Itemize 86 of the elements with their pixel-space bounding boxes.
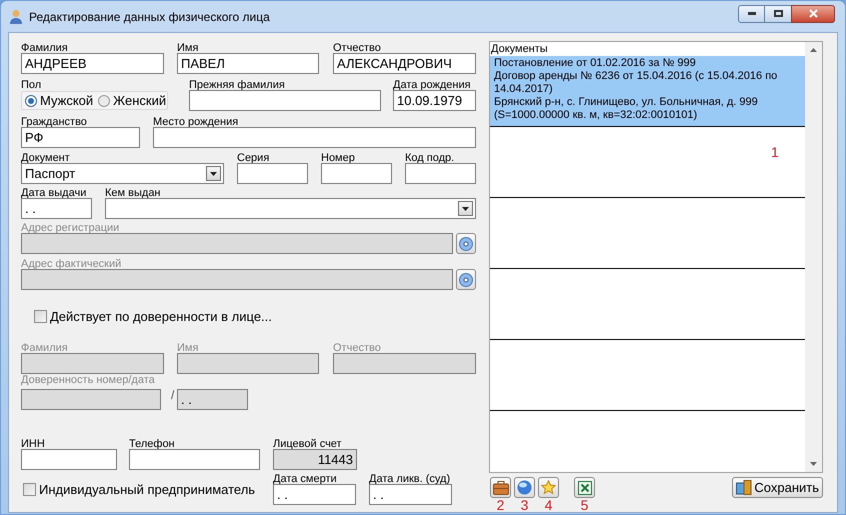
disc-icon (459, 236, 473, 250)
checkbox[interactable]: Действует по доверенности в лице... (34, 307, 272, 326)
gender-radio[interactable]: Женский (98, 90, 166, 110)
toolbar-button[interactable] (574, 477, 595, 498)
text-field[interactable]: РФ (21, 127, 140, 148)
address-picker-button[interactable] (456, 269, 476, 290)
dropdown-field[interactable] (105, 198, 476, 219)
minimize-button[interactable] (738, 4, 765, 22)
text-field[interactable]: . . (369, 484, 452, 504)
checkbox[interactable]: Индивидуальный предприниматель (23, 480, 263, 500)
dropdown-button[interactable] (458, 201, 473, 216)
scrollbar[interactable] (805, 42, 822, 472)
text-field[interactable]: ПАВЕЛ (177, 53, 319, 74)
text-field[interactable] (129, 448, 260, 470)
text-field[interactable] (405, 163, 476, 184)
field-label: Имя (177, 342, 200, 352)
field-label: Прежняя фамилия (189, 80, 286, 90)
annotation-number: 5 (580, 498, 588, 512)
gender-radio[interactable]: Мужской (25, 90, 94, 110)
document-text: Постановление от 01.02.2016 за № 999 (494, 57, 697, 70)
spreadsheet-icon (578, 480, 592, 494)
field-label: Дата ликв. (суд) (369, 474, 452, 484)
toolbar-button[interactable] (490, 477, 511, 498)
close-icon (808, 9, 818, 18)
field-label: Дата выдачи (21, 188, 88, 198)
document-row[interactable]: Постановление от 01.02.2016 за № 999 Договор аренды № 6236 от 15.04.2016 (с 15.04.2016 по 14.04.2017) Брянский р-н, с. Глинищево, ул. Больничная, д. 999 (S=1000.00000 кв. м, кв=32:02:0010101) (490, 56, 805, 127)
field-label: Документ (21, 153, 71, 163)
star-icon (541, 480, 556, 495)
text-field[interactable] (21, 448, 117, 470)
field-label: Телефон (129, 438, 176, 448)
caret-icon (210, 172, 217, 176)
field-label: Гражданство (21, 117, 88, 127)
dropdown-field[interactable]: Паспорт (21, 163, 224, 184)
field-label: Серия (237, 153, 270, 163)
text-field[interactable]: АНДРЕЕВ (21, 53, 164, 74)
sphere-icon (517, 480, 532, 495)
field-label: Имя (177, 43, 200, 53)
field-label: Кем выдан (105, 188, 162, 198)
document-text: (S=1000.00000 кв. м, кв=32:02:0010101) (494, 109, 698, 122)
field-label: Дата рождения (393, 80, 472, 90)
save-button[interactable]: Сохранить (732, 477, 823, 498)
text-field[interactable] (189, 90, 381, 111)
annotation-number: 1 (771, 143, 779, 162)
field-label: Номер (321, 153, 356, 163)
annotation-number: 2 (496, 498, 504, 512)
field-label: Пол (21, 80, 42, 90)
annotation-number: 3 (520, 498, 528, 512)
caret-icon (462, 206, 469, 210)
text-field[interactable] (321, 163, 392, 184)
field-label: Доверенность номер/дата (21, 374, 156, 384)
text-field[interactable] (153, 127, 476, 148)
document-text: Договор аренды № 6236 от 15.04.2016 (с 15.04.2016 по 14.04.2017) (494, 70, 778, 96)
address-picker-button[interactable] (456, 233, 476, 254)
disc-icon (459, 272, 473, 286)
text-field[interactable]: АЛЕКСАНДРОВИЧ (333, 53, 476, 74)
field-label: ИНН (21, 438, 46, 448)
field-label: Адрес регистрации (21, 223, 120, 233)
field-label: Отчество (333, 43, 382, 53)
document-text: Брянский р-н, с. Глинищево, ул. Больничная, д. 999 (494, 96, 759, 109)
field-label: Лицевой счет (273, 438, 343, 448)
briefcase-icon (492, 480, 508, 494)
scroll-up-icon (810, 48, 817, 52)
door-icon (736, 480, 752, 495)
text-field[interactable] (237, 163, 308, 184)
text-field[interactable]: 11443 (273, 448, 357, 470)
maximize-button[interactable] (765, 4, 791, 22)
scroll-down-icon (810, 462, 817, 466)
field-label: Фамилия (21, 43, 69, 53)
toolbar-button[interactable] (538, 477, 559, 498)
toolbar-button[interactable] (514, 477, 535, 498)
field-label: Место рождения (153, 117, 240, 127)
documents-header: Документы (490, 42, 549, 56)
field-label: Фамилия (21, 342, 69, 352)
field-label: Адрес фактический (21, 259, 122, 269)
slash-separator: / (171, 386, 176, 404)
field-label: Отчество (333, 342, 382, 352)
text-field[interactable]: 10.09.1979 (393, 90, 476, 111)
dropdown-button[interactable] (206, 166, 221, 181)
close-button[interactable] (791, 4, 835, 22)
field-label: Дата смерти (273, 474, 338, 484)
person-icon (9, 8, 23, 24)
text-field[interactable]: . . (21, 198, 92, 219)
text-field[interactable]: . . (273, 484, 356, 504)
window-title: Редактирование данных физического лица (29, 8, 270, 26)
field-label: Код подр. (405, 153, 456, 163)
annotation-number: 4 (544, 498, 552, 512)
